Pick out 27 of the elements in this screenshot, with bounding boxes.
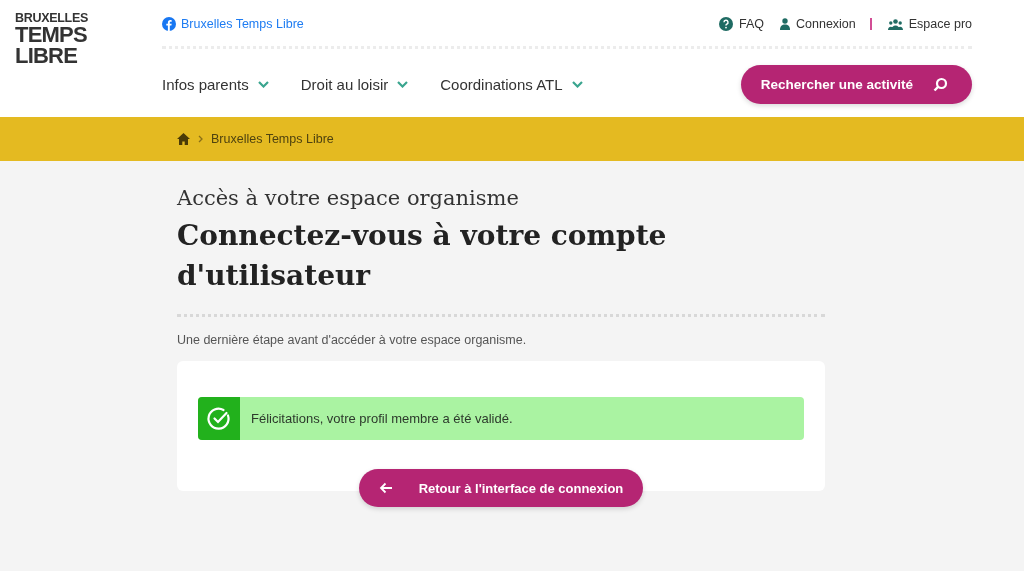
faq-link[interactable]: FAQ bbox=[719, 17, 764, 31]
search-icon bbox=[933, 77, 948, 92]
help-icon bbox=[719, 17, 733, 31]
facebook-icon bbox=[162, 17, 176, 31]
back-to-login-button[interactable]: Retour à l'interface de connexion bbox=[358, 469, 644, 507]
caret-icon bbox=[257, 81, 269, 88]
caret-icon bbox=[397, 81, 409, 88]
nav-menu-item[interactable]: Coordinations ATL bbox=[440, 76, 583, 93]
caret-icon bbox=[571, 81, 583, 88]
nav-menu-item[interactable]: Droit au loisir bbox=[300, 76, 409, 93]
page-title: Connectez-vous à votre compte d'utilisateur bbox=[177, 218, 668, 294]
check-circle-icon bbox=[206, 405, 232, 432]
breadcrumb-item[interactable]: Bruxelles Temps Libre bbox=[211, 132, 334, 146]
chevron-icon bbox=[198, 135, 203, 143]
intro-text: Une dernière étape avant d'accéder à votre espace organisme. bbox=[177, 333, 528, 347]
home-icon[interactable] bbox=[177, 133, 190, 145]
search-activity-button[interactable]: Rechercher une activité bbox=[740, 65, 972, 104]
user-icon bbox=[780, 18, 790, 30]
login-link[interactable]: Connexion bbox=[780, 17, 856, 31]
facebook-link[interactable]: Bruxelles Temps Libre bbox=[162, 17, 304, 31]
page-subtitle: Accès à votre espace organisme bbox=[177, 186, 520, 210]
arrow-left-icon bbox=[378, 482, 393, 494]
site-logo[interactable]: BRUXELLES TEMPS LIBRE bbox=[0, 0, 162, 117]
pro-space-link[interactable]: Espace pro bbox=[887, 17, 972, 31]
alert-message: Félicitations, votre profil membre a été validé. bbox=[250, 411, 513, 426]
nav-menu-item[interactable]: Infos parents bbox=[162, 76, 269, 93]
group-icon bbox=[887, 18, 903, 30]
